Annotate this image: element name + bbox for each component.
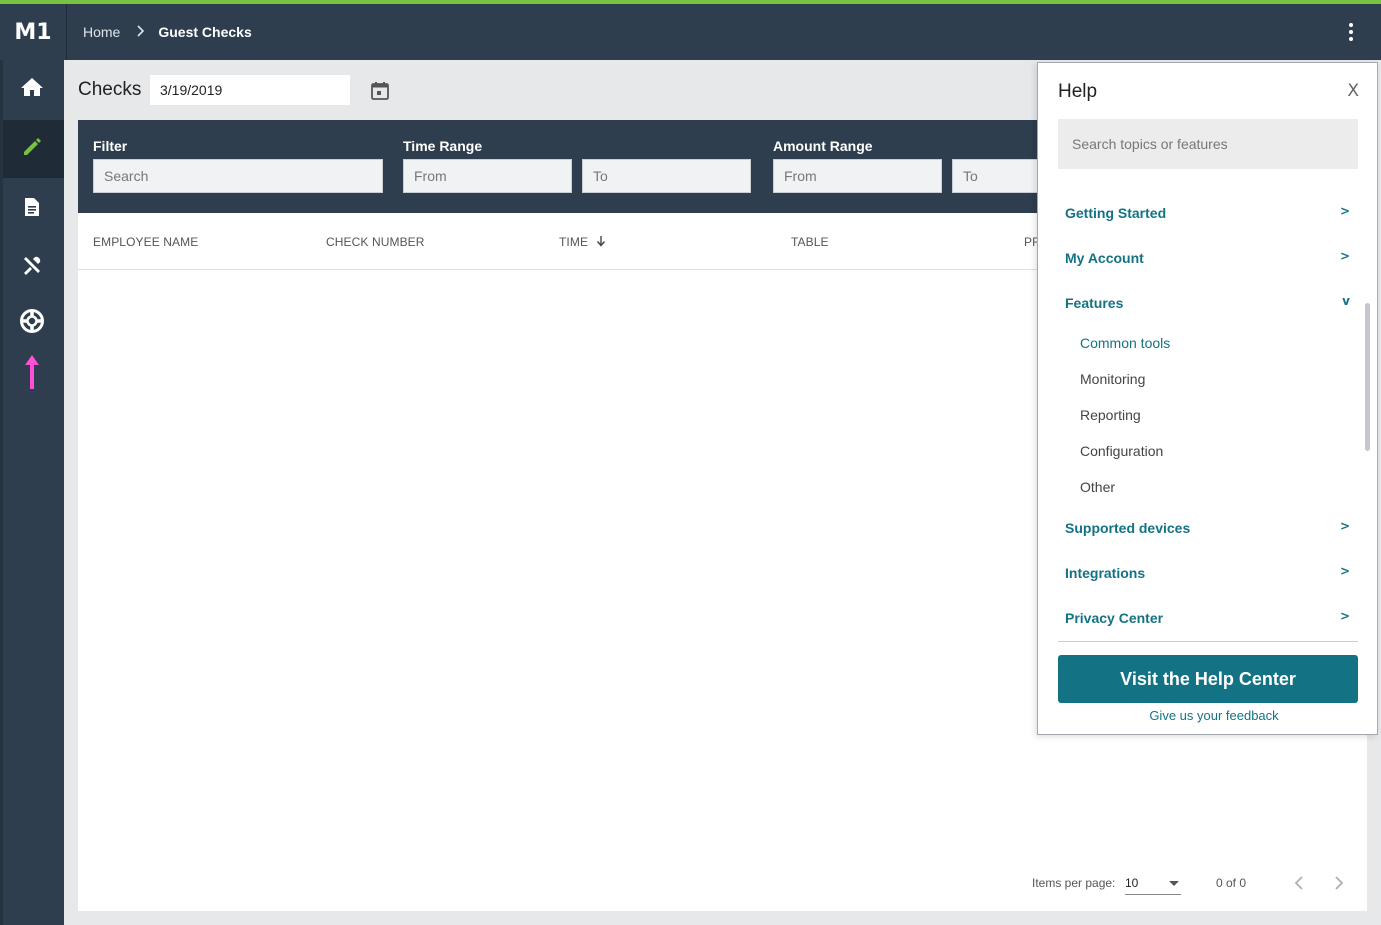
items-per-page-value: 10 — [1125, 876, 1139, 890]
help-subtopic-other[interactable]: Other — [1080, 479, 1115, 495]
calendar-icon[interactable] — [369, 80, 391, 102]
column-header-check-number[interactable]: CHECK NUMBER — [326, 235, 425, 249]
filter-label: Filter — [93, 138, 128, 154]
help-topic-label: Privacy Center — [1065, 610, 1164, 626]
chevron-down-icon: v — [1342, 294, 1350, 308]
chevron-right-icon: > — [1339, 609, 1350, 623]
sidebar-edge — [0, 60, 3, 925]
help-divider — [1058, 641, 1358, 642]
column-header-table[interactable]: TABLE — [791, 235, 829, 249]
dropdown-caret-icon — [1169, 881, 1179, 886]
home-icon — [20, 76, 44, 103]
help-panel: Help X Getting Started > My Account > Fe… — [1037, 62, 1378, 735]
help-topic-label: Features — [1065, 295, 1124, 311]
amount-range-label: Amount Range — [773, 138, 873, 154]
help-topic-privacy-center[interactable]: Privacy Center > — [1065, 604, 1350, 634]
lifebuoy-icon — [19, 308, 45, 339]
help-topic-label: My Account — [1065, 250, 1144, 266]
breadcrumb-chevron-icon — [136, 24, 145, 40]
sidebar-item-scroll-up[interactable] — [0, 345, 64, 403]
column-header-time-label: TIME — [559, 235, 589, 249]
filter-search-input[interactable] — [93, 159, 383, 193]
sidebar-item-documents[interactable] — [0, 180, 64, 238]
sidebar-item-home[interactable] — [0, 60, 64, 118]
help-search-input[interactable] — [1058, 119, 1358, 169]
date-field[interactable] — [150, 75, 350, 105]
column-header-employee-name[interactable]: EMPLOYEE NAME — [93, 235, 198, 249]
breadcrumb-home-link[interactable]: Home — [83, 24, 120, 40]
breadcrumb-current: Guest Checks — [158, 24, 252, 40]
feedback-link[interactable]: Give us your feedback — [1058, 708, 1370, 723]
help-scrollbar[interactable] — [1365, 303, 1370, 451]
help-subtopic-common-tools[interactable]: Common tools — [1080, 335, 1170, 351]
help-topic-list: Getting Started > My Account > Features … — [1038, 175, 1358, 641]
help-topic-supported-devices[interactable]: Supported devices > — [1065, 514, 1350, 544]
items-per-page-label: Items per page: — [1032, 876, 1116, 890]
page-title: Checks — [78, 79, 142, 100]
items-per-page-select[interactable]: 10 — [1125, 873, 1181, 895]
app-logo[interactable]: M1 — [0, 4, 66, 60]
more-options-icon[interactable] — [1341, 20, 1361, 44]
next-page-icon[interactable] — [1329, 872, 1349, 894]
help-subtopic-configuration[interactable]: Configuration — [1080, 443, 1163, 459]
help-topic-my-account[interactable]: My Account > — [1065, 244, 1350, 274]
sort-descending-icon — [596, 235, 606, 250]
help-panel-title: Help — [1058, 81, 1098, 102]
top-navigation-bar: M1 Home Guest Checks — [0, 4, 1381, 60]
chevron-right-icon: > — [1339, 564, 1350, 578]
logo-divider — [66, 4, 67, 60]
help-subtopic-reporting[interactable]: Reporting — [1080, 407, 1141, 423]
breadcrumb: Home Guest Checks — [83, 4, 252, 60]
chevron-right-icon: > — [1339, 204, 1350, 218]
visit-help-center-button[interactable]: Visit the Help Center — [1058, 655, 1358, 703]
time-to-input[interactable] — [582, 159, 751, 193]
close-icon[interactable]: X — [1347, 81, 1359, 101]
column-header-time[interactable]: TIME — [559, 235, 606, 250]
time-from-input[interactable] — [403, 159, 572, 193]
help-topic-label: Integrations — [1065, 565, 1146, 581]
help-topic-features[interactable]: Features v — [1065, 289, 1350, 319]
time-range-label: Time Range — [403, 138, 483, 154]
previous-page-icon[interactable] — [1289, 872, 1309, 894]
pencil-icon — [21, 136, 43, 163]
arrow-up-icon — [24, 354, 40, 395]
help-topic-integrations[interactable]: Integrations > — [1065, 559, 1350, 589]
help-topic-getting-started[interactable]: Getting Started > — [1065, 199, 1350, 229]
sidebar-item-tools[interactable] — [0, 238, 64, 296]
document-icon — [24, 197, 40, 222]
amount-from-input[interactable] — [773, 159, 942, 193]
sidebar-item-help[interactable] — [0, 294, 64, 352]
help-subtopic-monitoring[interactable]: Monitoring — [1080, 371, 1145, 387]
sidebar-item-edit[interactable] — [0, 120, 64, 178]
tools-icon — [21, 254, 43, 281]
chevron-right-icon: > — [1339, 249, 1350, 263]
chevron-right-icon: > — [1339, 519, 1350, 533]
help-topic-label: Supported devices — [1065, 520, 1191, 536]
pagination-range: 0 of 0 — [1216, 876, 1247, 890]
help-topic-label: Getting Started — [1065, 205, 1167, 221]
sidebar — [0, 60, 64, 925]
